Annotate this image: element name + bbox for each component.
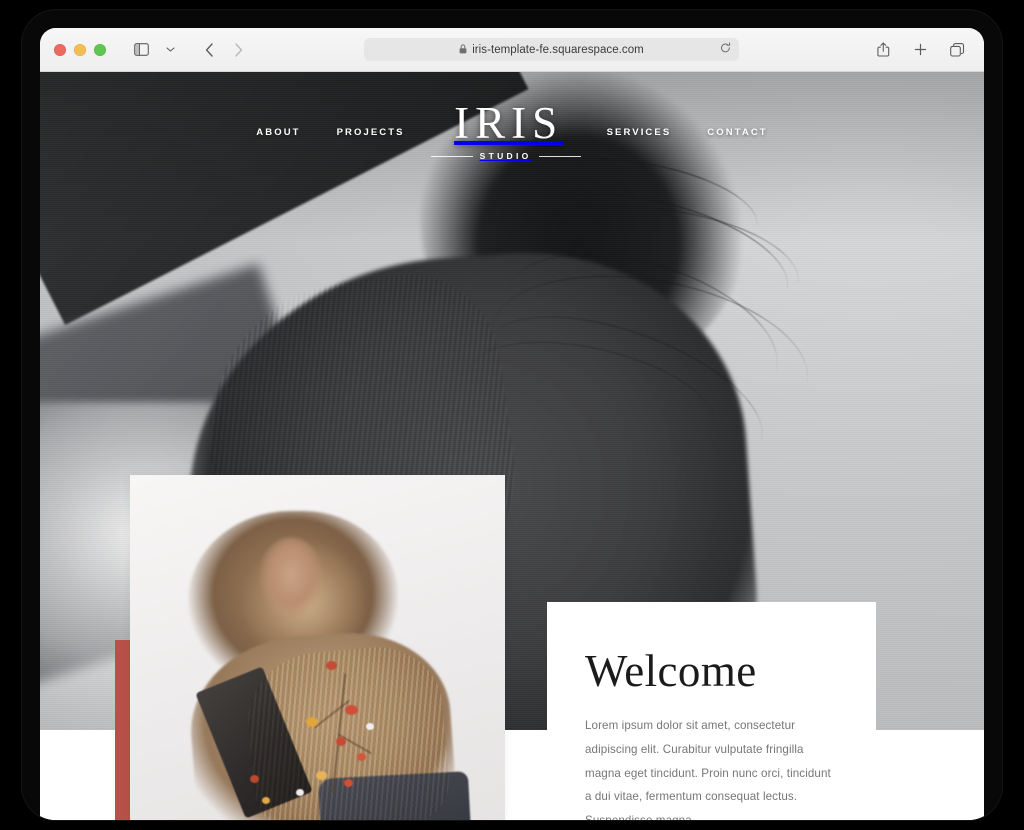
new-tab-icon[interactable]: [907, 38, 933, 62]
feature-image-card: [130, 475, 505, 820]
address-bar-url: iris-template-fe.squarespace.com: [472, 43, 644, 56]
logo-subtitle: STUDIO: [479, 151, 532, 161]
maximize-window-button[interactable]: [94, 43, 106, 56]
site-navigation: ABOUT PROJECTS IRIS STUDIO SERVICES CONT…: [40, 72, 984, 192]
site-logo[interactable]: IRIS STUDIO: [430, 98, 581, 163]
browser-toolbar: iris-template-fe.squarespace.com: [40, 28, 984, 72]
logo-rule-right: [538, 155, 581, 157]
welcome-card: Welcome Lorem ipsum dolor sit amet, cons…: [547, 602, 876, 820]
toolbar-actions: [870, 38, 970, 62]
forward-arrow-icon[interactable]: [225, 38, 251, 62]
logo-wordmark: IRIS: [454, 98, 564, 148]
navigation-controls: [128, 38, 251, 62]
window-controls: [54, 43, 106, 56]
sidebar-icon[interactable]: [128, 38, 154, 62]
nav-link-services[interactable]: SERVICES: [607, 127, 672, 138]
logo-rule-left: [430, 155, 473, 157]
laptop-device-frame: iris-template-fe.squarespace.com ABOUT P…: [22, 10, 1002, 820]
webpage-viewport: ABOUT PROJECTS IRIS STUDIO SERVICES CONT…: [40, 72, 984, 820]
welcome-heading: Welcome: [585, 646, 757, 696]
browser-window: iris-template-fe.squarespace.com ABOUT P…: [40, 28, 984, 820]
share-icon[interactable]: [870, 38, 896, 62]
nav-right-group: SERVICES CONTACT: [607, 127, 768, 138]
nav-left-group: ABOUT PROJECTS: [256, 127, 404, 138]
tab-overview-icon[interactable]: [944, 38, 970, 62]
address-bar-container: iris-template-fe.squarespace.com: [251, 38, 852, 61]
reload-icon[interactable]: [720, 41, 731, 59]
nav-link-contact[interactable]: CONTACT: [707, 127, 767, 138]
address-bar[interactable]: iris-template-fe.squarespace.com: [364, 38, 739, 61]
welcome-paragraph: Lorem ipsum dolor sit amet, consectetur …: [585, 719, 831, 820]
chevron-down-icon[interactable]: [157, 38, 183, 62]
logo-subtitle-row: STUDIO: [430, 151, 581, 161]
minimize-window-button[interactable]: [74, 43, 86, 56]
close-window-button[interactable]: [54, 43, 66, 56]
lock-icon: [459, 41, 467, 59]
nav-link-projects[interactable]: PROJECTS: [337, 127, 405, 138]
back-arrow-icon[interactable]: [196, 38, 222, 62]
nav-link-about[interactable]: ABOUT: [256, 127, 300, 138]
